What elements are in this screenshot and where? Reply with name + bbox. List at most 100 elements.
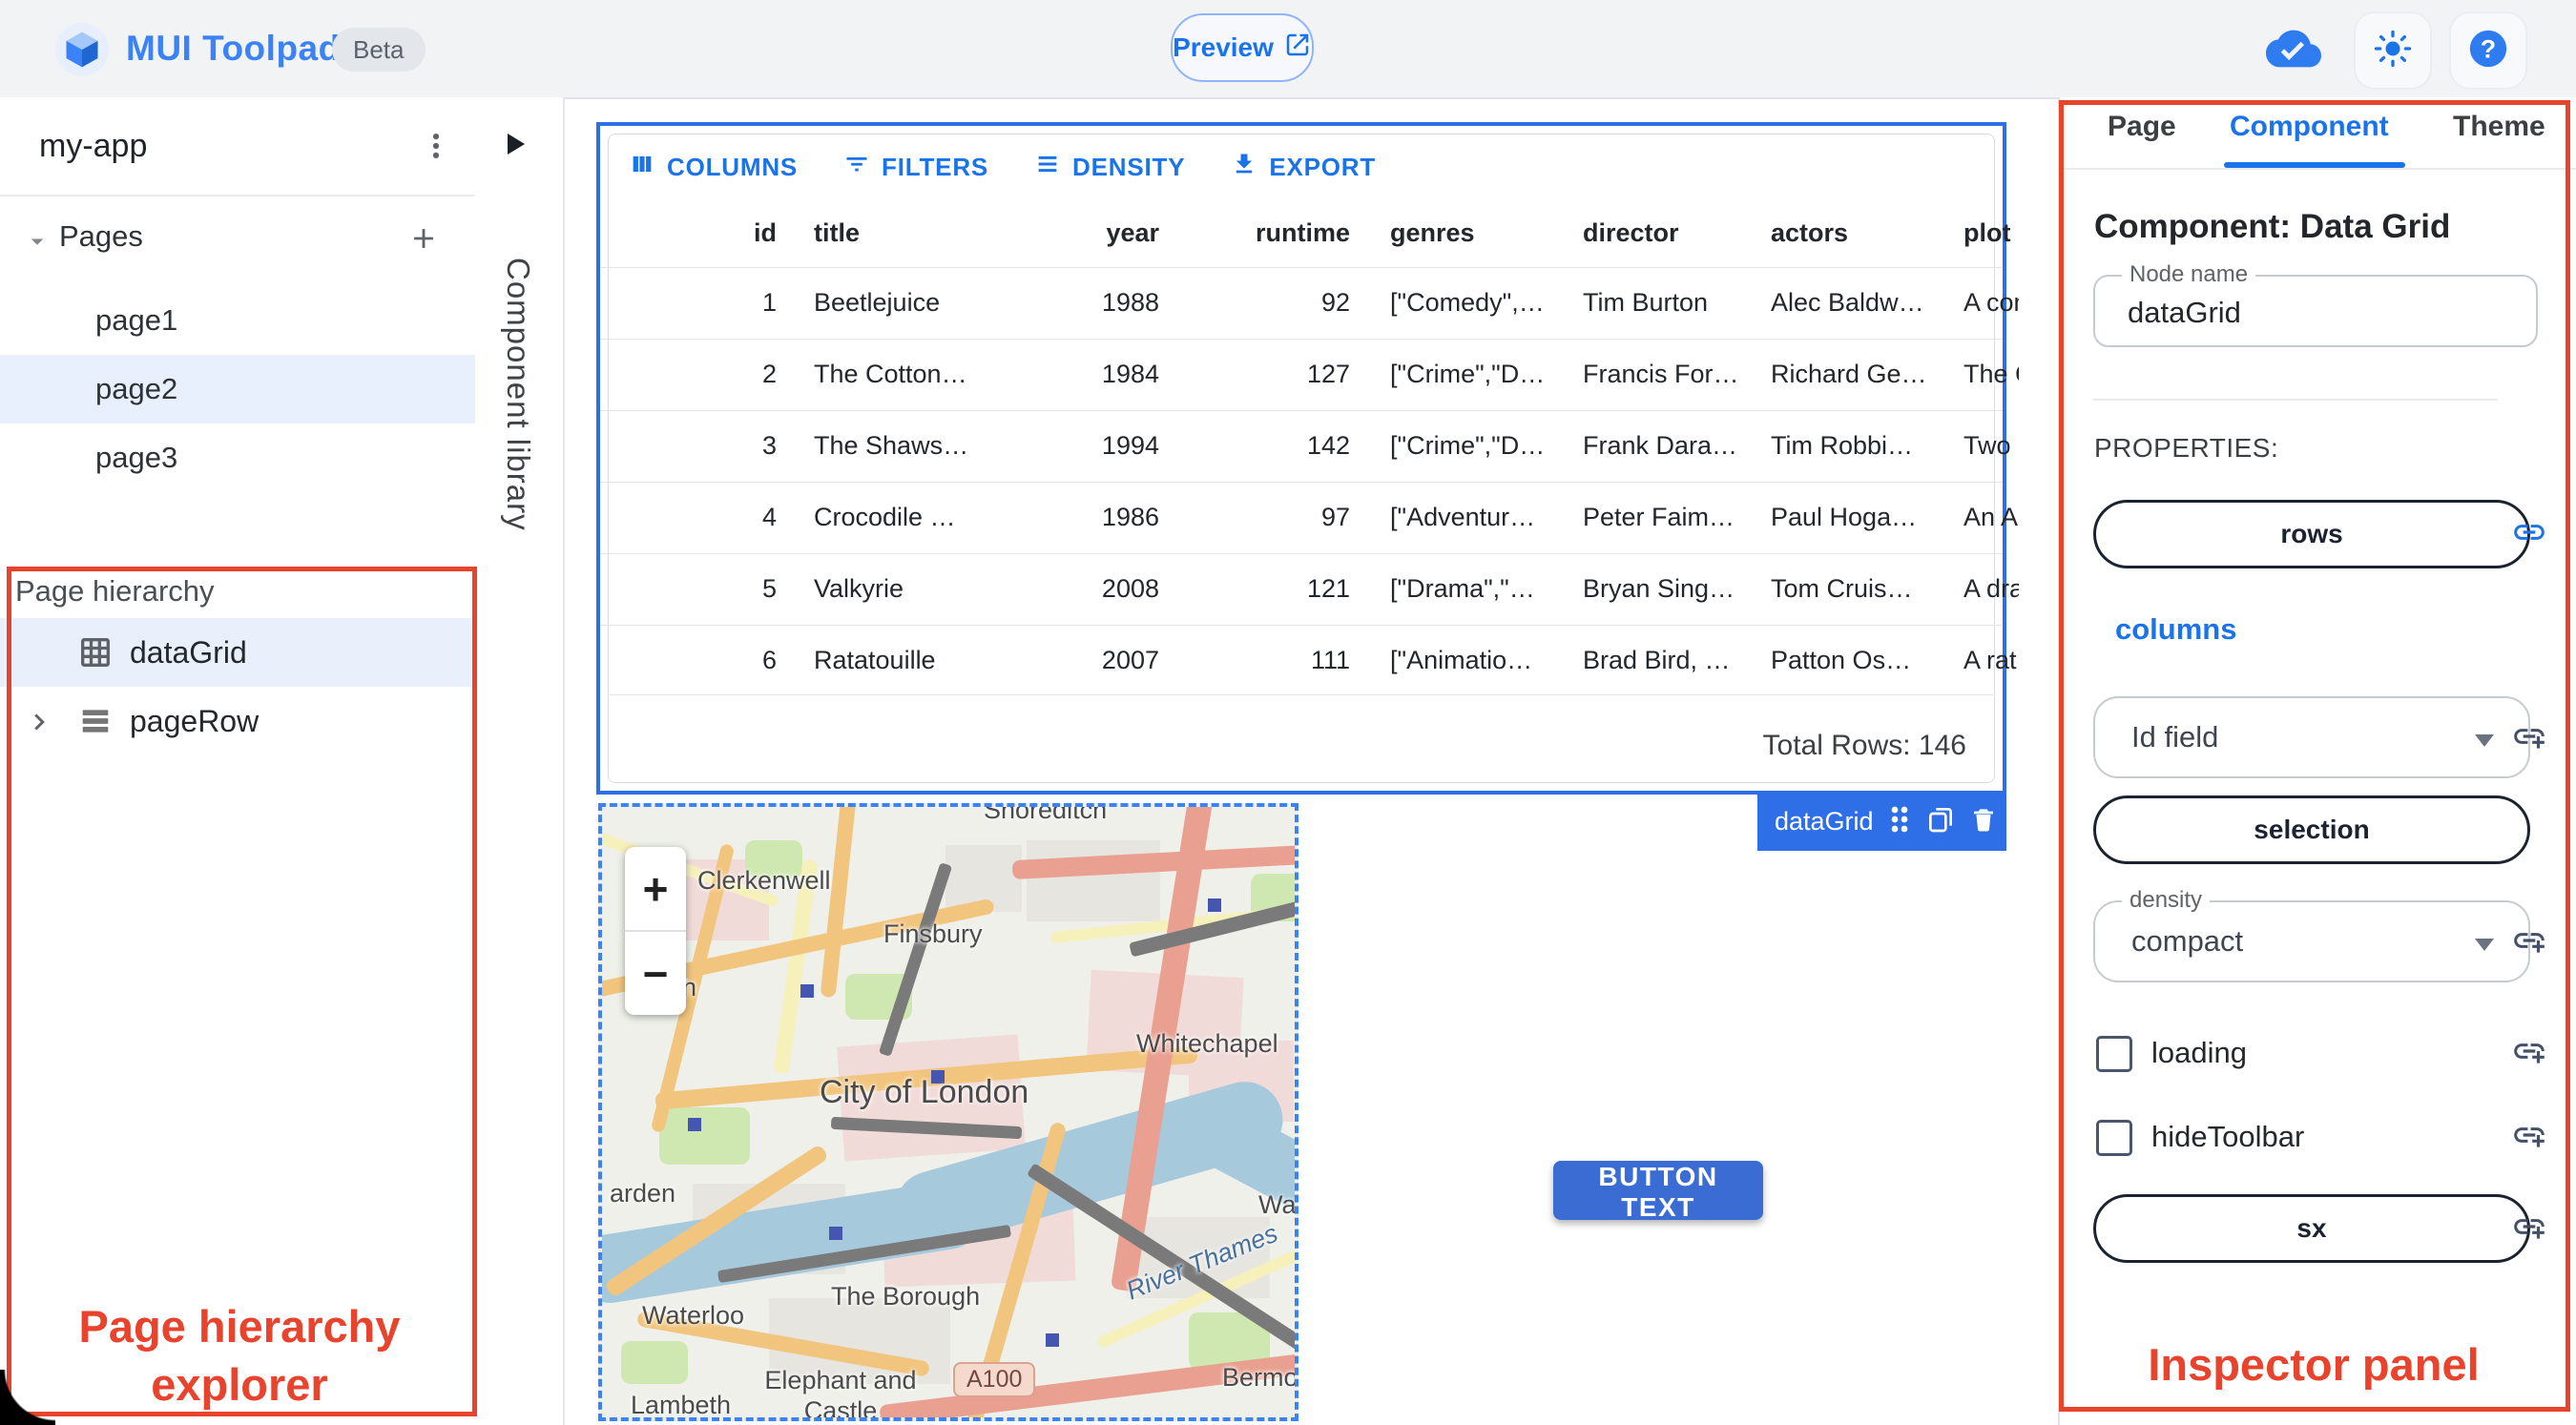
column-header-genres[interactable]: genres bbox=[1390, 198, 1573, 267]
columns-label: COLUMNS bbox=[667, 152, 799, 181]
cell-director: Frank Dara… bbox=[1583, 430, 1738, 460]
help-button[interactable]: ? bbox=[2449, 11, 2527, 90]
preview-button[interactable]: Preview bbox=[1171, 13, 1314, 82]
pages-tree-header[interactable]: Pages bbox=[0, 208, 475, 267]
cell-year: 1986 bbox=[1101, 502, 1159, 531]
cell-plot: A rat bbox=[1963, 645, 2017, 674]
rows-binding-button[interactable] bbox=[2501, 506, 2558, 563]
chevron-right-icon[interactable] bbox=[25, 708, 53, 744]
column-header-id[interactable]: id bbox=[634, 198, 777, 267]
hierarchy-item-label: pageRow bbox=[130, 703, 260, 738]
column-header-director[interactable]: director bbox=[1583, 198, 1762, 267]
divider bbox=[2093, 399, 2498, 401]
sidebar-item-page2[interactable]: page2 bbox=[0, 355, 475, 423]
map-label: Whitechapel bbox=[1136, 1029, 1278, 1058]
table-row[interactable]: 3 The Shaws… 1994 142 ["Crime","D… Frank Dara… bbox=[600, 410, 2019, 482]
export-button[interactable]: EXPORT bbox=[1231, 151, 1376, 184]
inspector-tabs: Page Component Theme bbox=[2060, 97, 2576, 170]
properties-header: PROPERTIES: bbox=[2094, 433, 2279, 463]
selection-chip[interactable]: dataGrid bbox=[1757, 793, 2006, 851]
hidetoolbar-label: hideToolbar bbox=[2151, 1120, 2305, 1153]
column-header-runtime[interactable]: runtime bbox=[1211, 198, 1350, 267]
add-link-icon bbox=[2511, 922, 2547, 963]
map-feature bbox=[820, 807, 858, 999]
columns-button[interactable]: COLUMNS bbox=[629, 151, 798, 184]
node-name-field[interactable]: Node name dataGrid bbox=[2093, 261, 2538, 347]
grid-header-row[interactable]: id title year runtime genres director actors pl… bbox=[600, 198, 2010, 267]
svg-text:?: ? bbox=[2481, 34, 2496, 63]
density-label: density bbox=[2122, 887, 2211, 914]
id-field-select[interactable]: Id field bbox=[2093, 696, 2530, 778]
rows-property-button[interactable]: rows bbox=[2093, 500, 2530, 568]
component-library-label: Component library bbox=[501, 258, 536, 531]
zoom-out-button[interactable]: − bbox=[625, 932, 686, 1015]
map-feature bbox=[659, 1107, 750, 1165]
sidebar-item-page3[interactable]: page3 bbox=[0, 423, 475, 492]
page-hierarchy-header: Page hierarchy bbox=[15, 574, 215, 608]
loading-checkbox[interactable] bbox=[2096, 1036, 2132, 1072]
map-label: Lambeth bbox=[631, 1391, 732, 1419]
cell-actors: Richard Ge… bbox=[1771, 359, 1927, 388]
cell-id: 4 bbox=[761, 502, 777, 531]
map-label: Wapping bbox=[1258, 1190, 1297, 1219]
preview-label: Preview bbox=[1173, 32, 1274, 62]
cell-director: Francis For… bbox=[1583, 359, 1739, 388]
tab-theme[interactable]: Theme bbox=[2453, 111, 2545, 143]
map-label: arden bbox=[610, 1179, 676, 1208]
table-row[interactable]: 4 Crocodile … 1986 97 ["Adventur… Peter Faim…… bbox=[600, 482, 2019, 553]
column-header-actors[interactable]: actors bbox=[1771, 198, 1952, 267]
canvas-button-component[interactable]: BUTTON TEXT bbox=[1553, 1161, 1763, 1222]
cell-plot: A dra bbox=[1963, 573, 2019, 603]
cell-runtime: 142 bbox=[1306, 430, 1350, 460]
density-value: compact bbox=[2131, 924, 2244, 958]
sx-property-button[interactable]: sx bbox=[2093, 1194, 2530, 1263]
cell-genres: ["Crime","D… bbox=[1390, 359, 1546, 388]
dropdown-caret-icon bbox=[2475, 939, 2494, 951]
expand-library-icon[interactable] bbox=[508, 134, 525, 155]
density-select[interactable]: density compact bbox=[2093, 887, 2530, 982]
zoom-in-button[interactable]: + bbox=[625, 847, 686, 930]
filters-button[interactable]: FILTERS bbox=[843, 151, 988, 184]
cell-genres: ["Comedy",… bbox=[1390, 287, 1545, 317]
map-label: Shoreditch bbox=[984, 803, 1108, 824]
filter-list-icon bbox=[843, 151, 870, 184]
loading-binding-button[interactable] bbox=[2501, 1024, 2558, 1082]
cell-runtime: 121 bbox=[1306, 573, 1350, 603]
hierarchy-item-datagrid[interactable]: dataGrid bbox=[0, 618, 475, 687]
table-row[interactable]: 2 The Cotton… 1984 127 ["Crime","D… Francis F… bbox=[600, 339, 2019, 410]
cell-director: Brad Bird, … bbox=[1583, 645, 1731, 674]
hidetoolbar-checkbox[interactable] bbox=[2096, 1120, 2132, 1156]
delete-icon[interactable] bbox=[1969, 804, 1998, 839]
table-row[interactable]: 1 Beetlejuice 1988 92 ["Comedy",… Tim Burton A… bbox=[600, 267, 2019, 339]
table-row[interactable]: 6 Ratatouille 2007 111 ["Animatio… Brad Bird,… bbox=[600, 625, 2017, 696]
map-label: Elephant and Castle bbox=[764, 1366, 917, 1421]
id-field-binding-button[interactable] bbox=[2501, 710, 2558, 767]
hidetoolbar-binding-button[interactable] bbox=[2501, 1108, 2558, 1166]
column-header-plot[interactable]: plot bbox=[1963, 198, 2019, 267]
theme-toggle-button[interactable] bbox=[2354, 11, 2432, 90]
app-menu-button[interactable] bbox=[412, 122, 460, 170]
filters-label: FILTERS bbox=[882, 152, 989, 181]
add-link-icon bbox=[2511, 1117, 2547, 1158]
density-label: DENSITY bbox=[1072, 152, 1186, 181]
columns-property-link[interactable]: columns bbox=[2115, 612, 2236, 647]
cell-plot: Two i bbox=[1963, 430, 2019, 460]
drag-handle-icon[interactable] bbox=[1887, 805, 1912, 838]
cell-actors: Tom Cruis… bbox=[1771, 573, 1913, 603]
density-button[interactable]: DENSITY bbox=[1034, 151, 1185, 184]
duplicate-icon[interactable] bbox=[1925, 804, 1956, 839]
screen-corner bbox=[0, 1370, 55, 1425]
table-row[interactable]: 5 Valkyrie 2008 121 ["Drama","… Bryan Sing… To… bbox=[600, 553, 2019, 625]
help-icon: ? bbox=[2466, 27, 2510, 75]
tab-page[interactable]: Page bbox=[2108, 111, 2176, 143]
sidebar-item-page1[interactable]: page1 bbox=[0, 286, 475, 355]
sx-binding-button[interactable] bbox=[2501, 1200, 2558, 1257]
hierarchy-item-pagerow[interactable]: pageRow bbox=[0, 687, 475, 755]
column-header-year[interactable]: year bbox=[1020, 198, 1159, 267]
map-component[interactable]: ShoreditchClerkenwellFinsburybornWhitech… bbox=[598, 803, 1298, 1421]
selection-property-button[interactable]: selection bbox=[2093, 795, 2530, 864]
tab-component[interactable]: Component bbox=[2230, 111, 2389, 143]
datagrid-component[interactable]: COLUMNS FILTERS DENSITY EXPORT id title ye… bbox=[596, 122, 2019, 795]
add-page-button[interactable] bbox=[401, 216, 447, 261]
density-binding-button[interactable] bbox=[2501, 914, 2558, 971]
